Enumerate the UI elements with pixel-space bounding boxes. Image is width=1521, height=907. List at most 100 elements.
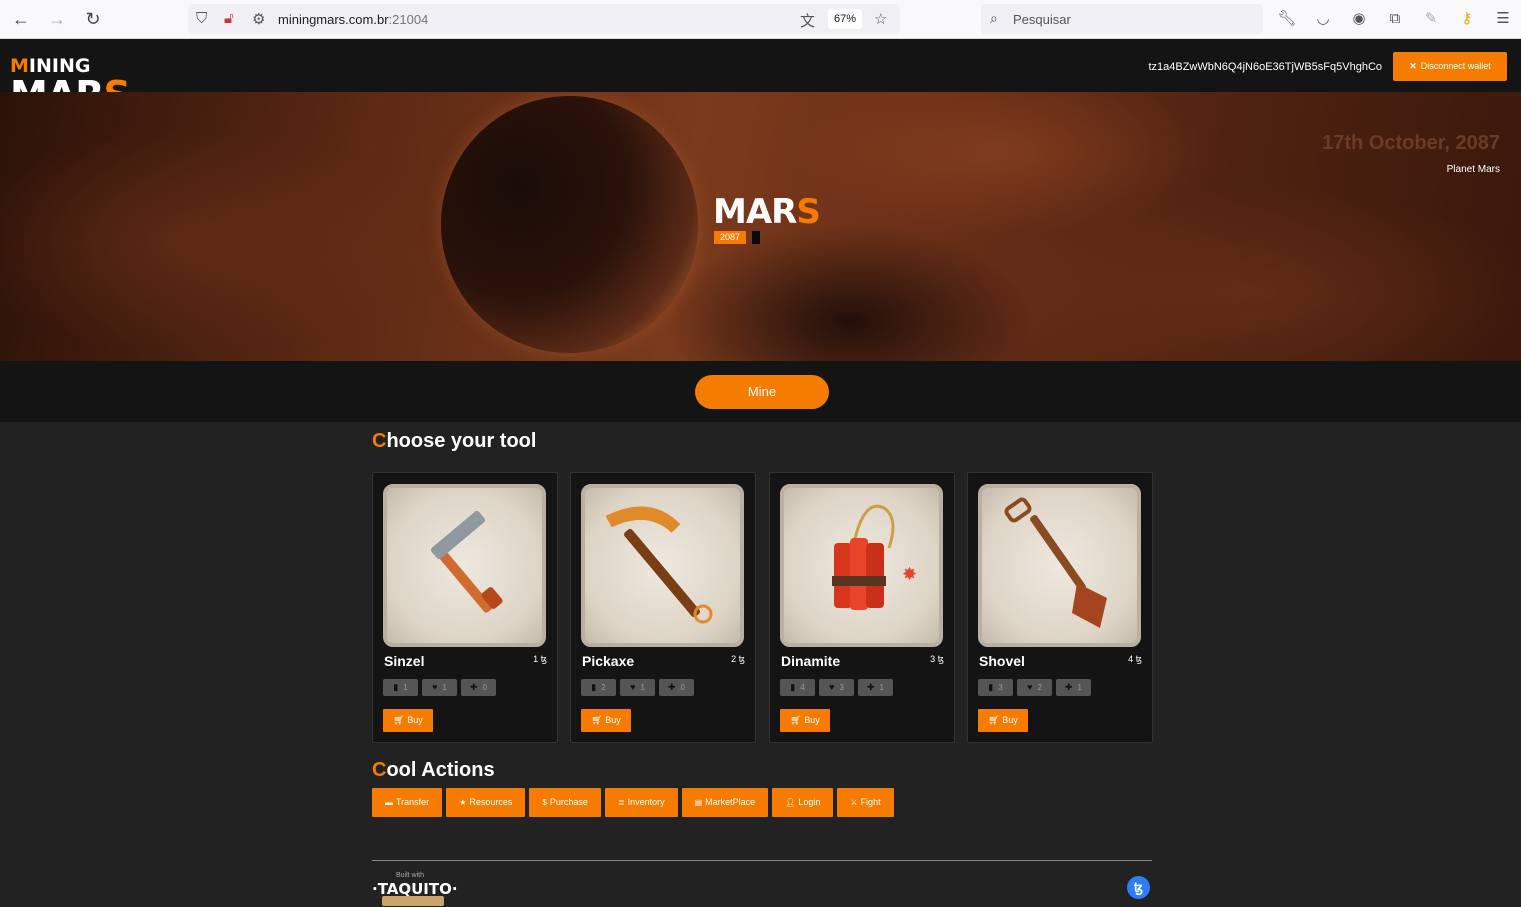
back-icon[interactable]: ← <box>10 8 32 30</box>
hero-date: 17th October, 2087 <box>1322 132 1500 154</box>
puzzle-icon: ✚ <box>668 682 676 692</box>
tool-price: 1 ꜩ <box>533 654 547 664</box>
purchase-button[interactable]: $ Purchase <box>529 788 601 817</box>
heart-icon: ♥ <box>432 682 438 692</box>
user-icon: 👤︎ <box>785 798 796 807</box>
buy-button[interactable]: 🛒︎ Buy <box>581 709 631 732</box>
pickaxe-image <box>581 484 744 647</box>
search-icon: ⌕ <box>990 10 998 26</box>
stat-health: ♥ 2 <box>1017 679 1052 696</box>
wallet-address: tz1a4BZwWbN6Q4jN6oE36TjWB5sFq5VhghCo <box>1148 61 1382 73</box>
footer-divider <box>372 860 1152 861</box>
transfer-button[interactable]: ▬ Transfer <box>372 788 443 817</box>
stat-value: 1 <box>879 683 884 692</box>
tezos-icon[interactable]: ꜩ <box>1127 876 1150 899</box>
dynamite-icon: ✸ <box>832 504 917 610</box>
list-icon: ≣ <box>617 798 625 807</box>
menu-icon[interactable]: ☰ <box>1493 9 1513 29</box>
tool-price: 2 ꜩ <box>731 654 745 664</box>
url-text[interactable]: miningmars.com.br:21004 <box>278 12 428 27</box>
tool-name: Dinamite <box>781 653 841 669</box>
stat-value: 1 <box>640 683 645 692</box>
close-icon: ✕ <box>1409 61 1417 71</box>
cart-icon: 🛒︎ <box>790 715 805 725</box>
key-extension-icon[interactable]: ⚷ <box>1457 9 1477 29</box>
reload-icon[interactable]: ↻ <box>82 8 104 30</box>
stat-health: ♥ 1 <box>422 679 457 696</box>
page: MINING MARS tz1a4BZwWbN6Q4jN6oE36TjWB5sF… <box>0 39 1521 907</box>
buy-button[interactable]: 🛒︎ Buy <box>383 709 433 732</box>
resources-button[interactable]: ★ Resources <box>446 788 526 817</box>
puzzle-icon: ✚ <box>867 682 875 692</box>
account-icon[interactable]: ◉ <box>1349 9 1369 29</box>
action-label: Purchase <box>549 797 588 807</box>
chisel-image <box>383 484 546 647</box>
stat-value: 3 <box>839 683 844 692</box>
zoom-level[interactable]: 67% <box>828 9 862 29</box>
puzzle-icon: ✚ <box>470 682 478 692</box>
buy-label: Buy <box>804 715 820 725</box>
heart-icon: ♥ <box>630 682 636 692</box>
stat-power: ▮ 4 <box>780 679 815 696</box>
site-permissions-icon[interactable]: ⚙ <box>252 10 265 28</box>
tools-section-title: Choose your tool <box>372 430 536 453</box>
stat-luck: ✚ 1 <box>1056 679 1091 696</box>
stat-luck: ✚ 0 <box>659 679 694 696</box>
stat-power: ▮ 1 <box>383 679 418 696</box>
shovel-image <box>978 484 1141 647</box>
hammer-icon <box>430 510 503 613</box>
buy-button[interactable]: 🛒︎ Buy <box>978 709 1028 732</box>
heart-icon: ♥ <box>1027 682 1033 692</box>
marketplace-button[interactable]: ▤ MarketPlace <box>681 788 769 817</box>
stat-luck: ✚ 1 <box>858 679 893 696</box>
tool-name: Pickaxe <box>582 653 635 669</box>
search-placeholder: Pesquisar <box>1013 12 1071 27</box>
buy-button[interactable]: 🛒︎ Buy <box>780 709 830 732</box>
disconnect-label: Disconnect wallet <box>1420 61 1491 71</box>
bucket-icon: ▮ <box>393 682 399 692</box>
inventory-button[interactable]: ≣ Inventory <box>604 788 678 817</box>
typing-cursor <box>752 231 760 244</box>
mars-planet-image <box>441 96 698 353</box>
forward-icon[interactable]: → <box>46 8 68 30</box>
stat-health: ♥ 1 <box>620 679 655 696</box>
pocket-icon[interactable]: ◡ <box>1313 9 1333 29</box>
buy-label: Buy <box>1002 715 1018 725</box>
svg-text:✸: ✸ <box>902 564 917 585</box>
wrench-icon[interactable]: 🔧︎ <box>1277 9 1297 29</box>
bookmark-star-icon[interactable]: ☆ <box>874 10 887 28</box>
dynamite-image: ✸ <box>780 484 943 647</box>
translate-icon[interactable]: 文 <box>800 10 815 31</box>
site-header: MINING MARS tz1a4BZwWbN6Q4jN6oE36TjWB5sF… <box>0 39 1521 114</box>
title-accent-letter: C <box>372 759 387 781</box>
fight-button[interactable]: ⚔ Fight <box>837 788 894 817</box>
shield-icon[interactable]: ⛉ <box>196 10 207 27</box>
search-bar[interactable]: ⌕ Pesquisar <box>981 4 1263 34</box>
tool-card-dinamite: ✸ Dinamite 3 ꜩ ▮ 4 ♥ 3 ✚ 1 🛒︎ Buy <box>769 472 955 743</box>
action-label: MarketPlace <box>705 797 756 807</box>
address-bar[interactable]: ⛉ 🔓︎ ⚙ miningmars.com.br:21004 文 67% ☆ <box>188 4 900 34</box>
stat-value: 0 <box>482 683 487 692</box>
insecure-lock-icon[interactable]: 🔓︎ <box>224 10 234 27</box>
login-button[interactable]: 👤︎ Login <box>772 788 834 817</box>
stat-value: 1 <box>403 683 408 692</box>
dollar-icon: $ <box>542 798 547 807</box>
tool-price: 4 ꜩ <box>1128 654 1142 664</box>
heart-icon: ♥ <box>829 682 835 692</box>
cart-icon: 🛒︎ <box>988 715 1003 725</box>
tool-stats: ▮ 2 ♥ 1 ✚ 0 <box>581 677 698 696</box>
mine-bar: Mine <box>0 361 1521 422</box>
extensions-icon[interactable]: ⧉ <box>1385 9 1405 29</box>
title-rest: hoose your tool <box>386 430 537 452</box>
tool-card-sinzel: Sinzel 1 ꜩ ▮ 1 ♥ 1 ✚ 0 🛒︎ Buy <box>372 472 558 743</box>
pen-icon[interactable]: ✎ <box>1421 9 1441 29</box>
mine-button[interactable]: Mine <box>695 375 829 409</box>
tool-name: Sinzel <box>384 653 425 669</box>
stat-luck: ✚ 0 <box>461 679 496 696</box>
title-accent-letter: C <box>372 430 387 452</box>
bucket-icon: ▮ <box>988 682 994 692</box>
star-icon: ★ <box>459 798 467 807</box>
action-label: Inventory <box>627 797 665 807</box>
disconnect-wallet-button[interactable]: ✕ Disconnect wallet <box>1393 52 1507 81</box>
stat-power: ▮ 2 <box>581 679 616 696</box>
